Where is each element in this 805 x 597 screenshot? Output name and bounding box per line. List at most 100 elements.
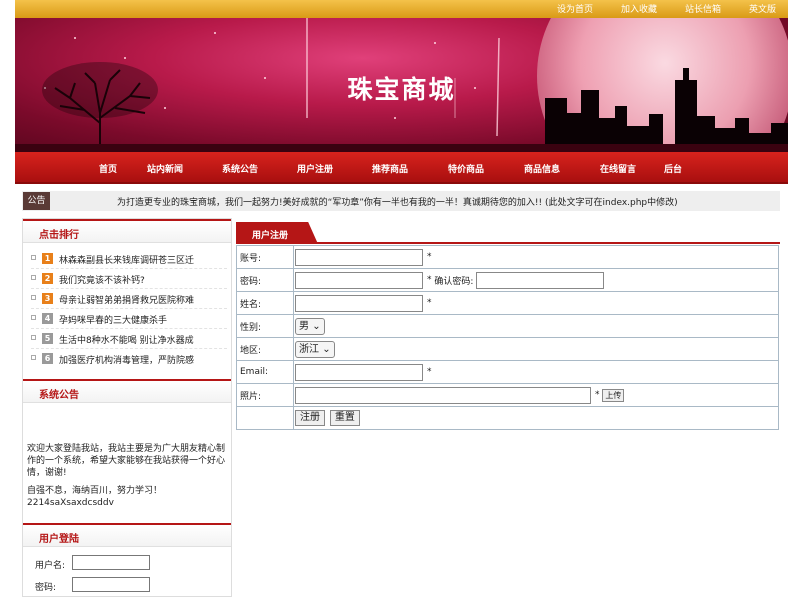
register-form: 账号: * 密码: * 确认密码: 姓名: * 性别: 男 ⌄ 地区: 浙江 ⌄… <box>236 245 779 430</box>
list-item[interactable]: 1 林森森副县长来钱库调研苍三区迁 <box>31 249 227 269</box>
rank-link[interactable]: 加强医疗机构消毒管理，严防院感 <box>59 353 194 366</box>
register-header: 用户注册 <box>236 222 780 244</box>
nav-register[interactable]: 用户注册 <box>297 162 372 175</box>
region-label: 地区: <box>236 337 294 361</box>
left-sidebar: 点击排行 1 林森森副县长来钱库调研苍三区迁 2 我们究竟该不该补钙? 3 母亲… <box>22 218 232 597</box>
confirm-password-input[interactable] <box>476 271 605 289</box>
rank-number: 2 <box>42 273 53 284</box>
ranking-list: 1 林森森副县长来钱库调研苍三区迁 2 我们究竟该不该补钙? 3 母亲让弱智弟弟… <box>23 243 231 369</box>
rank-number: 4 <box>42 313 53 324</box>
nav-admin[interactable]: 后台 <box>664 162 682 175</box>
username-input[interactable] <box>72 555 150 570</box>
register-panel: 用户注册 账号: * 密码: * 确认密码: 姓名: * 性别: 男 ⌄ 地区:… <box>236 218 780 597</box>
nav-specials[interactable]: 特价商品 <box>448 162 524 175</box>
webmaster-mail-link[interactable]: 站长信箱 <box>685 2 721 15</box>
notice-tag: 公告 <box>23 192 50 210</box>
rank-number: 1 <box>42 253 53 264</box>
ranking-title: 点击排行 <box>39 230 79 241</box>
gender-select[interactable]: 男 ⌄ <box>295 317 325 335</box>
site-banner: 珠宝商城 <box>15 18 788 152</box>
name-label: 姓名: <box>236 291 294 315</box>
announcement-body: 欢迎大家登陆我站，我站主要是为广大朋友精心制作的一个系统，希望大家能够在我站获得… <box>23 443 231 509</box>
actions-row: 注册 重置 <box>236 406 779 430</box>
list-item[interactable]: 4 孕妈咪早春的三大健康杀手 <box>31 309 227 329</box>
list-item[interactable]: 6 加强医疗机构消毒管理，严防院感 <box>31 349 227 369</box>
photo-label: 照片: <box>236 383 294 407</box>
region-row: 地区: 浙江 ⌄ <box>236 337 779 361</box>
bullet-icon <box>31 255 36 260</box>
username-row: 用户名: <box>23 555 231 573</box>
required-mark: * <box>595 390 600 400</box>
photo-row: 照片: * 上传 <box>236 383 779 407</box>
email-row: Email: * <box>236 360 779 384</box>
register-title: 用户注册 <box>252 231 289 241</box>
top-links: 设为首页 加入收藏 站长信箱 英文版 <box>557 2 776 15</box>
login-title: 用户登陆 <box>39 534 79 545</box>
password-label: 密码: <box>35 583 57 593</box>
list-item[interactable]: 2 我们究竟该不该补钙? <box>31 269 227 289</box>
login-header: 用户登陆 <box>23 523 231 547</box>
register-tab: 用户注册 <box>236 222 318 244</box>
email-input[interactable] <box>295 363 423 381</box>
nav-announcements[interactable]: 系统公告 <box>222 162 297 175</box>
rank-number: 3 <box>42 293 53 304</box>
gender-row: 性别: 男 ⌄ <box>236 314 779 338</box>
reset-button[interactable]: 重置 <box>329 410 360 426</box>
account-input[interactable] <box>295 248 423 266</box>
name-row: 姓名: * <box>236 291 779 315</box>
bullet-icon <box>31 335 36 340</box>
email-label: Email: <box>236 360 294 384</box>
password-input[interactable] <box>72 577 150 592</box>
password-row: 密码: * 确认密码: <box>236 268 779 292</box>
account-label: 账号: <box>236 245 294 269</box>
site-title: 珠宝商城 <box>347 75 456 104</box>
required-mark: * <box>427 367 432 377</box>
english-version-link[interactable]: 英文版 <box>749 2 776 15</box>
bullet-icon <box>31 355 36 360</box>
rank-link[interactable]: 林森森副县长来钱库调研苍三区迁 <box>59 253 194 266</box>
add-favorite-link[interactable]: 加入收藏 <box>621 2 657 15</box>
list-item[interactable]: 3 母亲让弱智弟弟捐肾救兄医院称难 <box>31 289 227 309</box>
ranking-header: 点击排行 <box>23 219 231 243</box>
gender-label: 性别: <box>236 314 294 338</box>
notice-text: 为打造更专业的珠宝商城，我们一起努力!美好成就的“军功章”你有一半也有我的一半！… <box>117 198 678 208</box>
name-input[interactable] <box>295 294 423 312</box>
required-mark: * <box>427 275 432 285</box>
rank-link[interactable]: 母亲让弱智弟弟捐肾救兄医院称难 <box>59 293 194 306</box>
set-homepage-link[interactable]: 设为首页 <box>557 2 593 15</box>
main-nav: 首页 站内新闻 系统公告 用户注册 推荐商品 特价商品 商品信息 在线留言 后台 <box>15 152 788 184</box>
list-item[interactable]: 5 生活中8种水不能喝 别让净水器成 <box>31 329 227 349</box>
submit-button[interactable]: 注册 <box>295 410 325 426</box>
gender-value: 男 <box>299 320 309 332</box>
bullet-icon <box>31 275 36 280</box>
nav-guestbook[interactable]: 在线留言 <box>600 162 664 175</box>
rank-number: 5 <box>42 333 53 344</box>
nav-products[interactable]: 商品信息 <box>524 162 600 175</box>
bullet-icon <box>31 315 36 320</box>
rank-link[interactable]: 我们究竟该不该补钙? <box>59 273 145 286</box>
announcement-motto: 自强不息，海纳百川，努力学习！2214saXsaxdcsddv <box>27 486 163 508</box>
announcement-header: 系统公告 <box>23 379 231 403</box>
top-bar: 设为首页 加入收藏 站长信箱 英文版 <box>15 0 788 18</box>
photo-input[interactable] <box>295 386 591 404</box>
region-value: 浙江 <box>299 343 319 355</box>
password-input[interactable] <box>295 271 423 289</box>
rank-link[interactable]: 生活中8种水不能喝 别让净水器成 <box>59 333 194 346</box>
upload-button[interactable]: 上传 <box>602 388 625 402</box>
chevron-down-icon: ⌄ <box>312 320 321 332</box>
bullet-icon <box>31 295 36 300</box>
required-mark: * <box>427 252 432 262</box>
region-select[interactable]: 浙江 ⌄ <box>295 340 335 358</box>
chevron-down-icon: ⌄ <box>322 343 331 355</box>
username-label: 用户名: <box>35 561 66 571</box>
account-row: 账号: * <box>236 245 779 269</box>
rank-number: 6 <box>42 353 53 364</box>
notice-bar: 公告 为打造更专业的珠宝商城，我们一起努力!美好成就的“军功章”你有一半也有我的… <box>22 191 780 211</box>
nav-home[interactable]: 首页 <box>99 162 147 175</box>
nav-recommended[interactable]: 推荐商品 <box>372 162 448 175</box>
rank-link[interactable]: 孕妈咪早春的三大健康杀手 <box>59 313 167 326</box>
announcement-title: 系统公告 <box>39 390 79 401</box>
announcement-text: 欢迎大家登陆我站，我站主要是为广大朋友精心制作的一个系统，希望大家能够在我站获得… <box>27 444 226 478</box>
password-row: 密码: <box>23 577 231 595</box>
nav-news[interactable]: 站内新闻 <box>147 162 222 175</box>
